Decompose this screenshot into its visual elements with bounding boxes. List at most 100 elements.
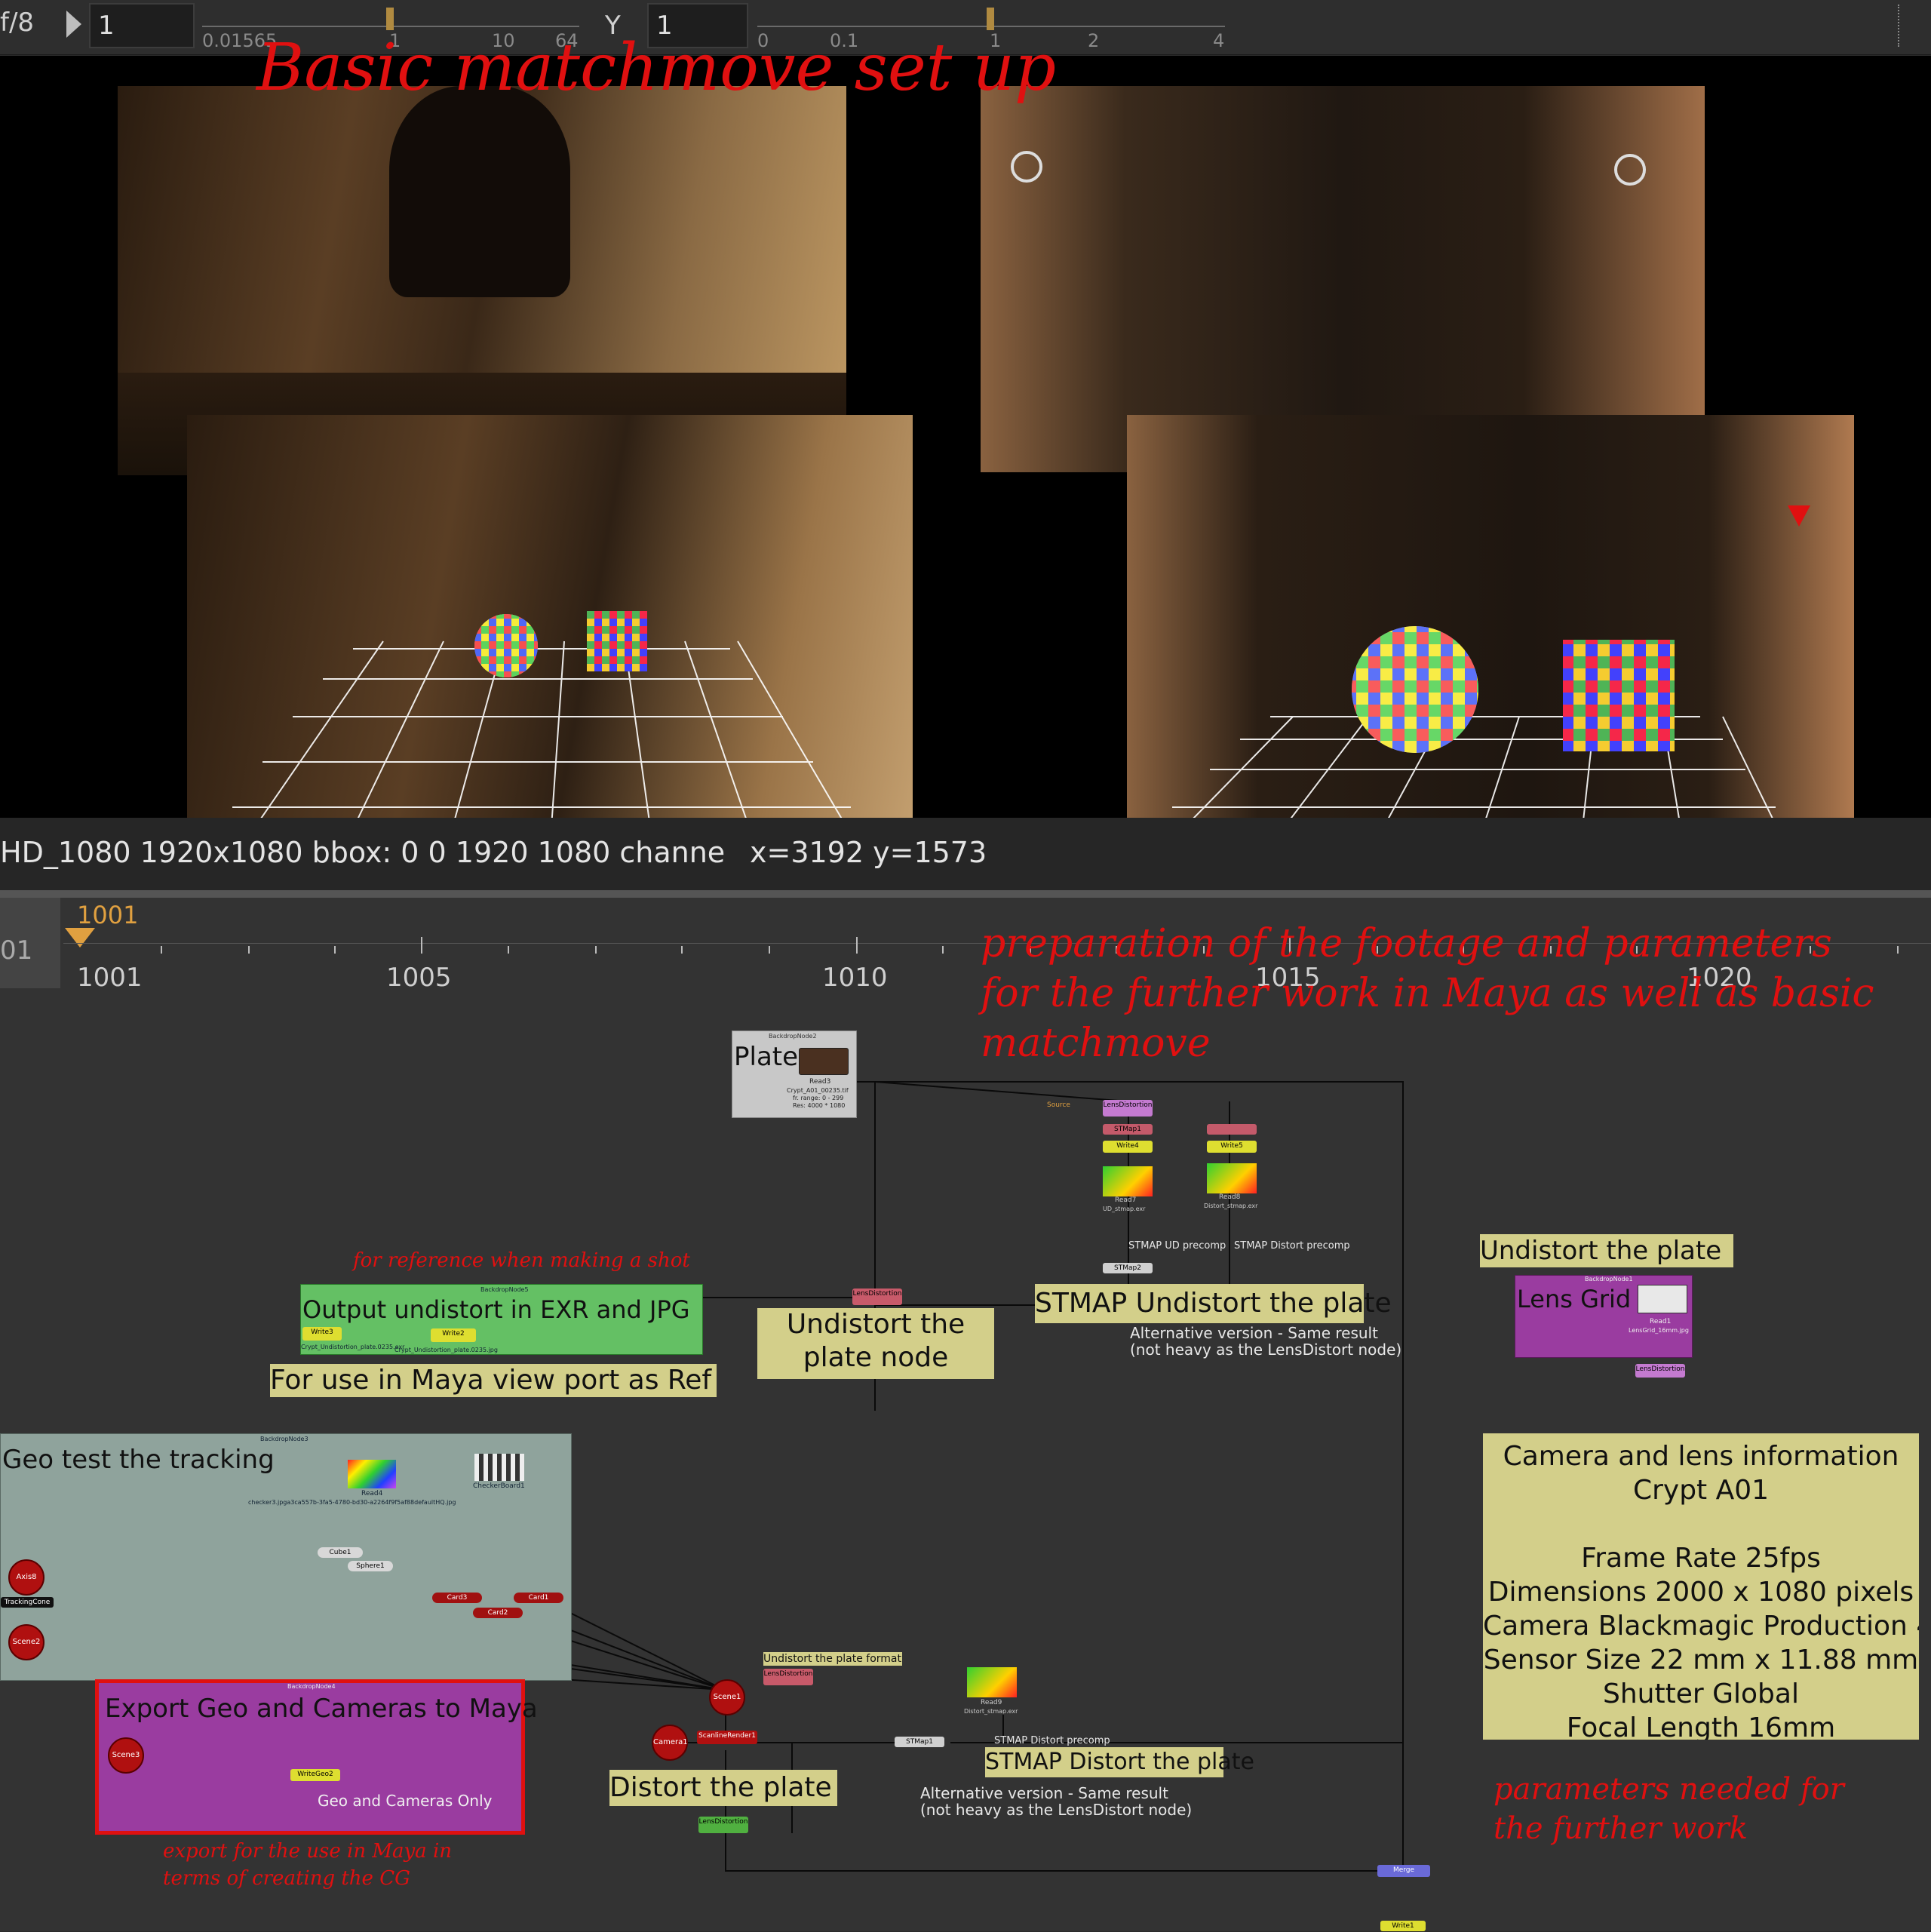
play-arrow-icon[interactable] <box>66 11 81 38</box>
node-label: Read1 <box>1650 1318 1672 1325</box>
params-annotation: parameters needed for the further work <box>1494 1772 1844 1846</box>
precomp-label: STMAP Distort precomp <box>1234 1240 1350 1252</box>
sticky-undistort-node[interactable]: Undistort the plate node <box>757 1308 994 1379</box>
axis-node[interactable]: Axis8 <box>8 1559 45 1596</box>
current-frame-label: 1001 <box>77 901 139 929</box>
camera-info-line: Dimensions 2000 x 1080 pixels <box>1487 1577 1914 1608</box>
sticky-maya-ref[interactable]: For use in Maya view port as Ref <box>270 1364 717 1397</box>
lens-distortion-node[interactable]: LensDistortion <box>852 1289 902 1305</box>
sticky-stmap-distort[interactable]: STMAP Distort the plate <box>985 1747 1254 1777</box>
node-info: LensGrid_16mm.jpg <box>1629 1327 1689 1334</box>
cursor-coords: x=3192 y=1573 <box>750 836 987 869</box>
alt-version-note: Alternative version - Same result (not h… <box>920 1784 1193 1819</box>
wall-hole <box>389 86 570 297</box>
write-node[interactable]: Write3 <box>302 1327 342 1341</box>
title-annotation: Basic matchmove set up <box>256 30 1057 106</box>
backdrop-plate[interactable]: BackdropNode2 Plate Read3 Crypt_A01_0023… <box>732 1031 857 1118</box>
backdrop-output[interactable]: BackdropNode5 Output undistort in EXR an… <box>300 1284 703 1355</box>
ref-annotation: for reference when making a shot <box>353 1249 690 1272</box>
backdrop-id: BackdropNode4 <box>287 1683 336 1690</box>
read-node-thumbnail[interactable] <box>967 1667 1017 1697</box>
node-label: CheckerBoard1 <box>473 1482 525 1490</box>
node-info: Distort_stmap.exr <box>964 1708 1018 1715</box>
viewer-canvas[interactable]: Basic matchmove set up <box>0 30 1931 860</box>
camera-info-line: Focal Length 16mm <box>1566 1712 1836 1740</box>
scene-node[interactable]: Scene2 <box>8 1624 45 1660</box>
card-node[interactable]: Card3 <box>432 1593 482 1603</box>
checkerboard-thumbnail[interactable] <box>474 1454 524 1481</box>
lens-distortion-node[interactable]: LensDistortion <box>763 1669 813 1685</box>
sticky-stmap-undistort[interactable]: STMAP Undistort the plate <box>1035 1284 1392 1323</box>
write-node[interactable]: Write5 <box>1207 1141 1257 1153</box>
gain-slider-knob[interactable] <box>386 8 394 30</box>
viewer-info-bar: HD_1080 1920x1080 bbox: 0 0 1920 1080 ch… <box>0 818 1931 890</box>
write-node[interactable]: Write2 <box>431 1328 476 1342</box>
lens-grid-thumbnail[interactable] <box>1638 1285 1687 1313</box>
stmap-node[interactable]: STMap1 <box>895 1737 944 1747</box>
cube-node[interactable]: Cube1 <box>318 1547 363 1558</box>
card-node[interactable]: Card2 <box>473 1608 523 1618</box>
backdrop-title: Geo test the tracking <box>2 1445 275 1475</box>
write-node[interactable]: Write4 <box>1103 1141 1153 1153</box>
lens-distortion-node[interactable]: LensDistortion <box>698 1817 748 1833</box>
node-label: Read9 <box>981 1699 1002 1706</box>
checker-thumbnail[interactable] <box>348 1460 396 1488</box>
stmap-node[interactable]: STMap2 <box>1103 1263 1153 1273</box>
backdrop-export[interactable]: BackdropNode4 Export Geo and Cameras to … <box>95 1679 538 1835</box>
gain-field[interactable]: 1 <box>89 3 195 48</box>
backdrop-title: Output undistort in EXR and JPG <box>302 1295 690 1324</box>
gamma-slider-knob[interactable] <box>987 8 994 30</box>
lens-distortion-node[interactable]: LensDistortion <box>1635 1364 1685 1378</box>
lens-distortion-node[interactable]: LensDistortion <box>1103 1100 1153 1117</box>
stmap-node[interactable]: STMap1 <box>1103 1124 1153 1135</box>
scanline-render-node[interactable]: ScanlineRender1 <box>697 1731 757 1744</box>
scene-node[interactable]: Scene3 <box>108 1737 144 1774</box>
backdrop-geo-test[interactable]: BackdropNode3 Geo test the tracking Read… <box>0 1433 572 1681</box>
backdrop-id: BackdropNode2 <box>769 1033 817 1040</box>
tracking-cone-node[interactable]: TrackingCone <box>1 1597 54 1608</box>
stmap-node[interactable] <box>1207 1124 1257 1135</box>
backdrop-id: BackdropNode1 <box>1585 1276 1633 1282</box>
camera-info-line: Crypt A01 <box>1632 1475 1770 1506</box>
camera-info-line: Sensor Size 22 mm x 11.88 mm <box>1483 1645 1919 1676</box>
node-info: Crypt_Undistortion_plate.0235.exr <box>301 1344 405 1350</box>
node-graph[interactable]: BackdropNode2 Plate Read3 Crypt_A01_0023… <box>0 921 1931 1931</box>
merge-node[interactable]: Merge <box>1377 1865 1430 1877</box>
backdrop-lensgrid[interactable]: BackdropNode1 Lens Grid Read1 LensGrid_1… <box>1515 1275 1693 1358</box>
node-info: Crypt_Undistortion_plate.0235.jpg <box>394 1347 498 1353</box>
tracking-grid-left <box>202 611 889 860</box>
toolbar-grip-icon[interactable] <box>1898 5 1902 47</box>
camera-info-line: Camera and lens information <box>1503 1441 1899 1472</box>
scene-node[interactable]: Scene1 <box>709 1679 745 1715</box>
sticky-camera-info[interactable]: Camera and lens information Crypt A01 Fr… <box>1483 1433 1919 1740</box>
backdrop-id: BackdropNode3 <box>260 1436 309 1442</box>
format-info: HD_1080 1920x1080 bbox: 0 0 1920 1080 ch… <box>0 836 726 869</box>
node-info: UD_stmap.exr <box>1103 1206 1146 1212</box>
sticky-distort-format[interactable]: Undistort the plate format <box>763 1652 902 1666</box>
camera-info-spacer <box>1483 1507 1919 1541</box>
read-node-thumbnail[interactable] <box>799 1048 849 1075</box>
backdrop-subtitle: Geo and Cameras Only <box>318 1792 493 1810</box>
timeline-top-bar <box>0 890 1931 898</box>
plate-image-right-bottom <box>1127 415 1854 855</box>
precomp-label: STMAP UD precomp <box>1128 1240 1226 1252</box>
camera-node[interactable]: Camera1 <box>652 1725 688 1761</box>
sticky-undistort-plate[interactable]: Undistort the plate <box>1480 1234 1733 1267</box>
gamma-tick: 2 <box>1088 30 1100 51</box>
plate-image-left-bottom <box>187 415 913 860</box>
camera-info-line: Camera Blackmagic Production 4K <box>1483 1611 1919 1642</box>
node-label: Read4 <box>361 1490 383 1497</box>
read-node-thumbnail[interactable] <box>1103 1166 1153 1196</box>
export-annotation: export for the use in Maya in terms of c… <box>163 1840 453 1890</box>
read-node-thumbnail[interactable] <box>1207 1163 1257 1193</box>
sphere-node[interactable]: Sphere1 <box>348 1561 393 1571</box>
card-node[interactable]: Card1 <box>514 1593 563 1603</box>
gamma-tick: 4 <box>1213 30 1225 51</box>
node-info: fr. range: 0 - 299 <box>793 1095 844 1101</box>
write-geo-node[interactable]: WriteGeo2 <box>290 1769 340 1781</box>
node-label: Read8 <box>1219 1193 1241 1201</box>
sticky-distort[interactable]: Distort the plate <box>609 1770 837 1806</box>
node-info: Distort_stmap.exr <box>1204 1203 1258 1209</box>
backdrop-title: Lens Grid <box>1517 1285 1632 1313</box>
write-node[interactable]: Write1 <box>1380 1921 1426 1931</box>
